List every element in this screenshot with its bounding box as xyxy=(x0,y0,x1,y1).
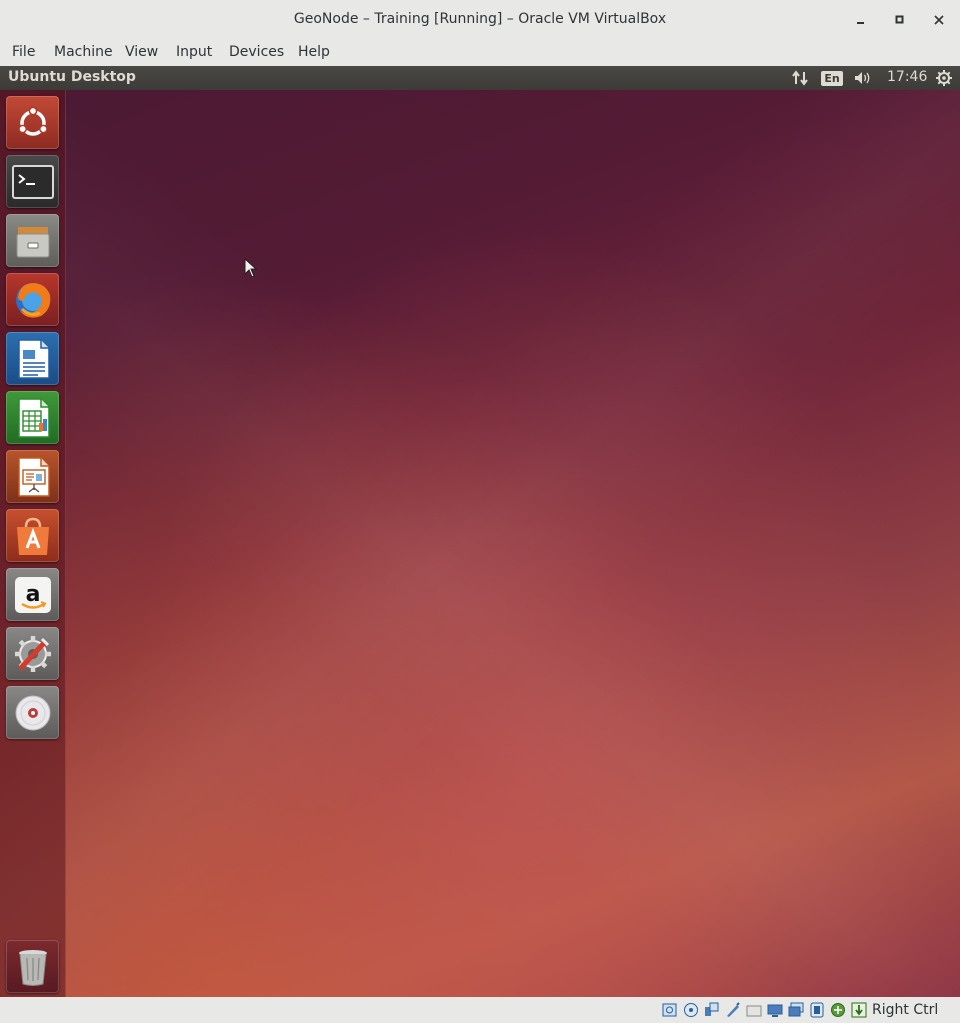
launcher-writer[interactable] xyxy=(6,332,59,385)
recording-icon[interactable] xyxy=(809,1002,825,1018)
shared-folders-icon[interactable] xyxy=(767,1002,783,1018)
usb-icon[interactable] xyxy=(746,1002,762,1018)
svg-text:a: a xyxy=(25,582,40,607)
volume-icon xyxy=(855,72,870,84)
optical-drive-icon[interactable] xyxy=(683,1002,699,1018)
firefox-icon xyxy=(15,282,50,318)
network-indicator[interactable] xyxy=(790,69,810,87)
menu-devices[interactable]: Devices xyxy=(229,44,284,60)
launcher-firefox[interactable] xyxy=(6,273,59,326)
host-key-label[interactable]: Right Ctrl xyxy=(872,1002,938,1018)
launcher-amazon[interactable]: a xyxy=(6,568,59,621)
network-arrows-icon xyxy=(792,70,808,86)
dash-home-icon xyxy=(17,106,48,136)
power-gear-icon xyxy=(936,70,952,86)
menubar: File Machine View Input Devices Help xyxy=(0,40,960,66)
launcher-software-center[interactable] xyxy=(6,509,59,562)
terminal-icon xyxy=(11,164,54,199)
trash-icon xyxy=(18,949,47,986)
audio-icon[interactable] xyxy=(704,1002,720,1018)
mouse-pointer-icon xyxy=(244,257,258,282)
launcher-dvd[interactable] xyxy=(6,686,59,739)
display-icon[interactable] xyxy=(788,1002,804,1018)
hard-disk-icon[interactable] xyxy=(662,1002,678,1018)
menu-machine[interactable]: Machine xyxy=(54,44,113,60)
menu-view[interactable]: View xyxy=(125,44,158,60)
sound-indicator[interactable] xyxy=(852,69,874,87)
maximize-button[interactable] xyxy=(888,8,912,32)
maximize-icon xyxy=(895,15,904,24)
close-icon xyxy=(934,15,944,25)
mouse-integration-icon[interactable] xyxy=(851,1002,867,1018)
vbox-statusbar: Right Ctrl xyxy=(0,997,960,1023)
menu-file[interactable]: File xyxy=(12,44,35,60)
system-settings-icon xyxy=(14,635,51,672)
window-titlebar[interactable]: GeoNode – Training [Running] – Oracle VM… xyxy=(0,0,960,40)
launcher-impress[interactable] xyxy=(6,450,59,503)
keyboard-indicator[interactable]: En xyxy=(820,69,844,87)
launcher-calc[interactable] xyxy=(6,391,59,444)
top-panel: Ubuntu Desktop En 17:46 xyxy=(0,66,960,90)
libreoffice-calc-icon xyxy=(17,397,50,438)
launcher-trash[interactable] xyxy=(6,940,59,993)
panel-title: Ubuntu Desktop xyxy=(8,69,136,85)
minimize-icon xyxy=(857,22,864,24)
network-icon[interactable] xyxy=(725,1002,741,1018)
amazon-icon: a xyxy=(14,576,51,613)
libreoffice-writer-icon xyxy=(17,338,50,379)
unity-launcher: a xyxy=(0,90,66,997)
launcher-dash[interactable] xyxy=(6,96,59,149)
vm-display[interactable]: Ubuntu Desktop En 17:46 a xyxy=(0,66,960,997)
menu-input[interactable]: Input xyxy=(176,44,212,60)
launcher-system-settings[interactable] xyxy=(6,627,59,680)
libreoffice-impress-icon xyxy=(17,456,50,497)
software-center-icon xyxy=(16,517,49,555)
launcher-terminal[interactable] xyxy=(6,155,59,208)
dvd-drive-icon xyxy=(15,695,50,730)
cpu-icon[interactable] xyxy=(830,1002,846,1018)
session-indicator[interactable] xyxy=(934,69,954,87)
minimize-button[interactable] xyxy=(849,8,873,32)
desktop-wallpaper[interactable] xyxy=(0,66,960,997)
window-title: GeoNode – Training [Running] – Oracle VM… xyxy=(293,11,667,27)
launcher-files[interactable] xyxy=(6,214,59,267)
menu-help[interactable]: Help xyxy=(298,44,330,60)
panel-clock[interactable]: 17:46 xyxy=(887,69,927,85)
keyboard-layout-label: En xyxy=(821,70,843,86)
files-icon xyxy=(16,226,49,257)
close-button[interactable] xyxy=(927,8,951,32)
